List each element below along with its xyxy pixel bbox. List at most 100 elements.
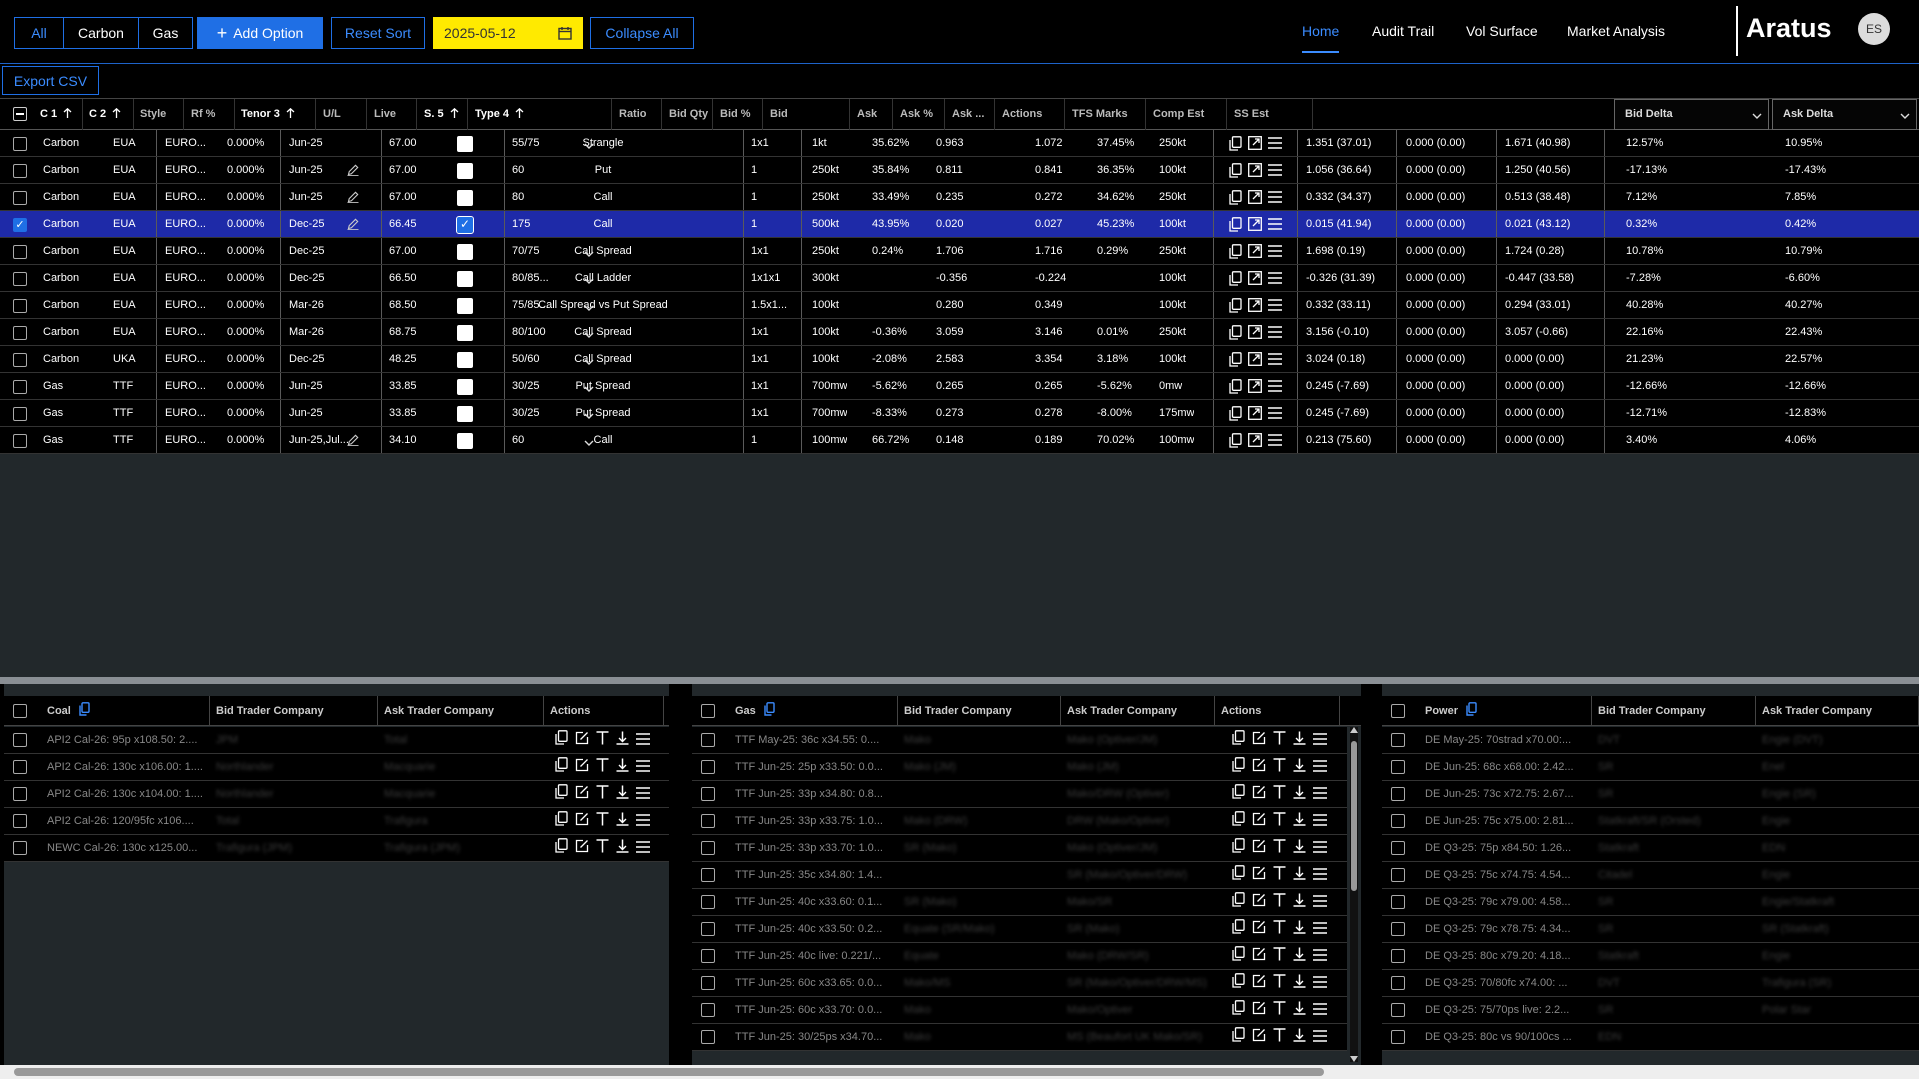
download-icon[interactable] <box>1293 1024 1306 1050</box>
live-toggle[interactable] <box>457 190 473 206</box>
copy-icon[interactable] <box>1232 754 1245 780</box>
panel-splitter[interactable] <box>0 677 1919 684</box>
column-header-ask-qty[interactable]: Ask ... <box>946 99 995 130</box>
edit-icon[interactable] <box>1252 727 1266 753</box>
table-row[interactable]: Carbon EUA EURO... 0.000% Jun-25 67.00 60 Put 1 2… <box>0 157 1919 184</box>
table-row[interactable]: Gas TTF EURO... 0.000% Jun-25 33.85 30/25 Put S… <box>0 373 1919 400</box>
column-header-c2[interactable]: C 2 <box>83 99 134 130</box>
expand-icon[interactable] <box>1248 190 1262 209</box>
column-header-ask[interactable]: Ask <box>851 99 893 130</box>
row-checkbox[interactable] <box>13 245 27 259</box>
align-top-icon[interactable] <box>596 754 609 780</box>
live-toggle[interactable] <box>457 352 473 368</box>
live-toggle[interactable] <box>457 271 473 287</box>
live-toggle[interactable] <box>457 244 473 260</box>
list-item[interactable]: API2 Cal-26: 130c x106.00: 1.... Northlan… <box>4 754 669 781</box>
row-checkbox[interactable] <box>701 760 715 774</box>
arrow-up-icon[interactable] <box>286 107 295 121</box>
live-toggle[interactable] <box>457 163 473 179</box>
column-header-ratio[interactable]: Ratio <box>613 99 662 130</box>
expand-icon[interactable] <box>1248 244 1262 263</box>
expand-icon[interactable] <box>1248 217 1262 236</box>
list-item[interactable]: TTF Jun-25: 33p x34.80: 0.8... Mako/DRW (… <box>692 781 1347 808</box>
column-header-actions[interactable]: Actions <box>996 99 1065 130</box>
row-checkbox[interactable]: ✓ <box>13 218 27 232</box>
column-header-tfs[interactable]: TFS Marks <box>1066 99 1146 130</box>
menu-icon[interactable] <box>1313 862 1327 888</box>
copy-icon[interactable] <box>1466 702 1477 719</box>
align-top-icon[interactable] <box>1273 727 1286 753</box>
row-checkbox[interactable] <box>1391 787 1405 801</box>
menu-icon[interactable] <box>1313 970 1327 996</box>
copy-icon[interactable] <box>1232 727 1245 753</box>
table-row[interactable]: Carbon EUA EURO... 0.000% Dec-25 67.00 70/75 Ca… <box>0 238 1919 265</box>
copy-icon[interactable] <box>555 808 568 834</box>
expand-icon[interactable] <box>1248 271 1262 290</box>
list-item[interactable]: TTF Jun-25: 30/25ps x34.70... Mako MS (Bea… <box>692 1024 1347 1051</box>
row-checkbox[interactable] <box>1391 976 1405 990</box>
row-checkbox[interactable] <box>13 787 27 801</box>
list-item[interactable]: TTF Jun-25: 25p x33.50: 0.0... Mako (JM) M… <box>692 754 1347 781</box>
copy-icon[interactable] <box>1232 862 1245 888</box>
copy-icon[interactable] <box>79 702 90 719</box>
column-header-tenor[interactable]: Tenor 3 <box>235 99 316 130</box>
copy-icon[interactable] <box>1229 298 1242 317</box>
copy-icon[interactable] <box>555 781 568 807</box>
copy-icon[interactable] <box>1232 781 1245 807</box>
list-item[interactable]: API2 Cal-26: 130c x104.00: 1.... Northlan… <box>4 781 669 808</box>
edit-icon[interactable] <box>1252 808 1266 834</box>
copy-icon[interactable] <box>1232 943 1245 969</box>
arrow-up-icon[interactable] <box>515 107 524 121</box>
filter-gas-button[interactable]: Gas <box>138 17 193 49</box>
copy-icon[interactable] <box>1232 808 1245 834</box>
row-checkbox[interactable] <box>13 272 27 286</box>
row-checkbox[interactable] <box>13 814 27 828</box>
chevron-down-icon[interactable] <box>584 275 594 287</box>
menu-icon[interactable] <box>1313 889 1327 915</box>
table-row[interactable]: Carbon EUA EURO... 0.000% Mar-26 68.75 80/100 C… <box>0 319 1919 346</box>
menu-icon[interactable] <box>1313 808 1327 834</box>
chevron-down-icon[interactable] <box>584 410 594 422</box>
filter-all-button[interactable]: All <box>14 17 64 49</box>
add-option-button[interactable]: + Add Option <box>197 17 323 49</box>
download-icon[interactable] <box>1293 727 1306 753</box>
align-top-icon[interactable] <box>1273 889 1286 915</box>
menu-icon[interactable] <box>636 835 650 861</box>
chevron-down-icon[interactable] <box>584 140 594 152</box>
table-row[interactable]: ✓ Carbon EUA EURO... 0.000% Dec-25 66.45 175 Cal… <box>0 211 1919 238</box>
list-item[interactable]: TTF Jun-25: 35c x34.80: 1.4... SR (Mako/O… <box>692 862 1347 889</box>
menu-icon[interactable] <box>1268 352 1282 371</box>
list-item[interactable]: DE Q3-25: 75/70ps live: 2.2... SR Polar St… <box>1382 997 1919 1024</box>
live-toggle[interactable] <box>457 379 473 395</box>
list-item[interactable]: TTF May-25: 36c x34.55: 0.... Mako Mako (O… <box>692 727 1347 754</box>
menu-icon[interactable] <box>1313 1024 1327 1050</box>
list-item[interactable]: API2 Cal-26: 95p x108.50: 2.... JPM Total <box>4 727 669 754</box>
download-icon[interactable] <box>1293 943 1306 969</box>
row-checkbox[interactable] <box>13 733 27 747</box>
align-top-icon[interactable] <box>1273 862 1286 888</box>
menu-icon[interactable] <box>1268 271 1282 290</box>
pencil-icon[interactable] <box>347 191 359 206</box>
list-item[interactable]: DE Q3-25: 79c x78.75: 4.34... SR SR (Statk… <box>1382 916 1919 943</box>
copy-icon[interactable] <box>1229 379 1242 398</box>
row-checkbox[interactable] <box>13 434 27 448</box>
arrow-up-icon[interactable] <box>112 107 121 121</box>
row-checkbox[interactable] <box>13 191 27 205</box>
row-checkbox[interactable] <box>13 841 27 855</box>
menu-icon[interactable] <box>1268 244 1282 263</box>
row-checkbox[interactable] <box>701 868 715 882</box>
row-checkbox[interactable] <box>701 976 715 990</box>
edit-icon[interactable] <box>575 781 589 807</box>
expand-icon[interactable] <box>1248 325 1262 344</box>
row-checkbox[interactable] <box>13 299 27 313</box>
column-header-comp[interactable]: Comp Est <box>1147 99 1227 130</box>
live-toggle[interactable]: ✓ <box>456 216 474 234</box>
menu-icon[interactable] <box>1268 406 1282 425</box>
column-header-ask-pct[interactable]: Ask % <box>894 99 945 130</box>
copy-icon[interactable] <box>1229 433 1242 452</box>
nav-home[interactable]: Home <box>1302 23 1339 39</box>
live-toggle[interactable] <box>457 325 473 341</box>
list-item[interactable]: TTF Jun-25: 33p x33.70: 1.0... SR (Mako) M… <box>692 835 1347 862</box>
list-item[interactable]: TTF Jun-25: 40c live: 0.221/... Equate Mak… <box>692 943 1347 970</box>
menu-icon[interactable] <box>1313 727 1327 753</box>
